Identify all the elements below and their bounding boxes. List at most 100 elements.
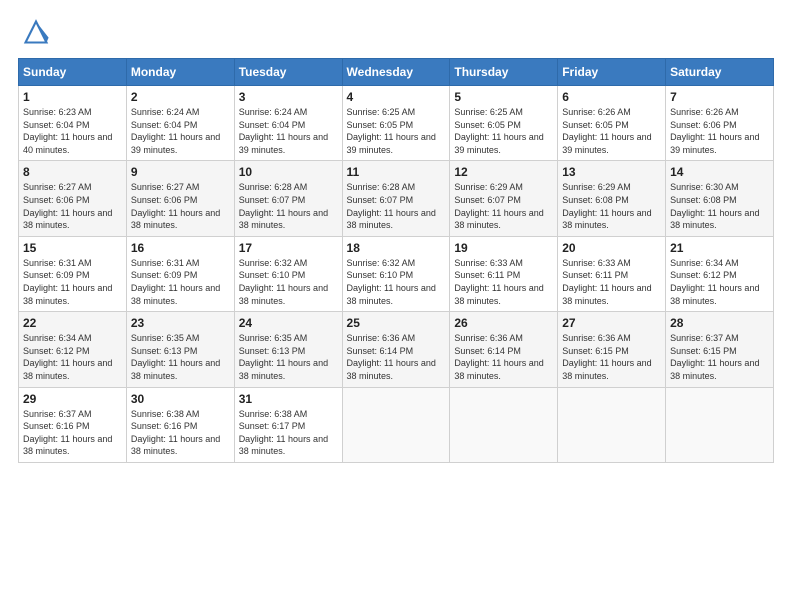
day-number: 18 [347, 241, 446, 255]
calendar-cell: 19 Sunrise: 6:33 AMSunset: 6:11 PMDaylig… [450, 236, 558, 311]
day-info: Sunrise: 6:29 AMSunset: 6:08 PMDaylight:… [562, 181, 661, 231]
calendar-cell: 5 Sunrise: 6:25 AMSunset: 6:05 PMDayligh… [450, 86, 558, 161]
header [18, 18, 774, 46]
day-info: Sunrise: 6:32 AMSunset: 6:10 PMDaylight:… [239, 257, 338, 307]
day-number: 20 [562, 241, 661, 255]
calendar-cell: 25 Sunrise: 6:36 AMSunset: 6:14 PMDaylig… [342, 312, 450, 387]
day-info: Sunrise: 6:33 AMSunset: 6:11 PMDaylight:… [562, 257, 661, 307]
day-number: 21 [670, 241, 769, 255]
calendar-cell: 6 Sunrise: 6:26 AMSunset: 6:05 PMDayligh… [558, 86, 666, 161]
header-wednesday: Wednesday [342, 59, 450, 86]
day-number: 4 [347, 90, 446, 104]
day-number: 6 [562, 90, 661, 104]
calendar-week-5: 29 Sunrise: 6:37 AMSunset: 6:16 PMDaylig… [19, 387, 774, 462]
day-number: 8 [23, 165, 122, 179]
day-number: 19 [454, 241, 553, 255]
day-info: Sunrise: 6:30 AMSunset: 6:08 PMDaylight:… [670, 181, 769, 231]
calendar-cell: 24 Sunrise: 6:35 AMSunset: 6:13 PMDaylig… [234, 312, 342, 387]
calendar-cell: 2 Sunrise: 6:24 AMSunset: 6:04 PMDayligh… [126, 86, 234, 161]
day-info: Sunrise: 6:29 AMSunset: 6:07 PMDaylight:… [454, 181, 553, 231]
calendar-cell: 22 Sunrise: 6:34 AMSunset: 6:12 PMDaylig… [19, 312, 127, 387]
calendar-cell: 3 Sunrise: 6:24 AMSunset: 6:04 PMDayligh… [234, 86, 342, 161]
calendar-week-4: 22 Sunrise: 6:34 AMSunset: 6:12 PMDaylig… [19, 312, 774, 387]
day-info: Sunrise: 6:23 AMSunset: 6:04 PMDaylight:… [23, 106, 122, 156]
day-number: 31 [239, 392, 338, 406]
calendar-cell: 15 Sunrise: 6:31 AMSunset: 6:09 PMDaylig… [19, 236, 127, 311]
logo-icon [22, 18, 50, 46]
calendar-cell: 21 Sunrise: 6:34 AMSunset: 6:12 PMDaylig… [666, 236, 774, 311]
day-number: 5 [454, 90, 553, 104]
calendar-cell: 28 Sunrise: 6:37 AMSunset: 6:15 PMDaylig… [666, 312, 774, 387]
calendar-cell: 13 Sunrise: 6:29 AMSunset: 6:08 PMDaylig… [558, 161, 666, 236]
day-number: 1 [23, 90, 122, 104]
day-number: 10 [239, 165, 338, 179]
calendar-cell: 26 Sunrise: 6:36 AMSunset: 6:14 PMDaylig… [450, 312, 558, 387]
calendar-cell [558, 387, 666, 462]
calendar-cell: 4 Sunrise: 6:25 AMSunset: 6:05 PMDayligh… [342, 86, 450, 161]
header-thursday: Thursday [450, 59, 558, 86]
day-number: 24 [239, 316, 338, 330]
day-info: Sunrise: 6:28 AMSunset: 6:07 PMDaylight:… [347, 181, 446, 231]
calendar-cell: 1 Sunrise: 6:23 AMSunset: 6:04 PMDayligh… [19, 86, 127, 161]
day-number: 13 [562, 165, 661, 179]
day-info: Sunrise: 6:32 AMSunset: 6:10 PMDaylight:… [347, 257, 446, 307]
calendar-cell: 7 Sunrise: 6:26 AMSunset: 6:06 PMDayligh… [666, 86, 774, 161]
day-info: Sunrise: 6:26 AMSunset: 6:05 PMDaylight:… [562, 106, 661, 156]
calendar-cell [666, 387, 774, 462]
day-info: Sunrise: 6:34 AMSunset: 6:12 PMDaylight:… [23, 332, 122, 382]
header-friday: Friday [558, 59, 666, 86]
calendar-cell: 9 Sunrise: 6:27 AMSunset: 6:06 PMDayligh… [126, 161, 234, 236]
day-info: Sunrise: 6:27 AMSunset: 6:06 PMDaylight:… [23, 181, 122, 231]
calendar-cell: 29 Sunrise: 6:37 AMSunset: 6:16 PMDaylig… [19, 387, 127, 462]
day-info: Sunrise: 6:37 AMSunset: 6:16 PMDaylight:… [23, 408, 122, 458]
header-monday: Monday [126, 59, 234, 86]
day-info: Sunrise: 6:34 AMSunset: 6:12 PMDaylight:… [670, 257, 769, 307]
day-info: Sunrise: 6:35 AMSunset: 6:13 PMDaylight:… [131, 332, 230, 382]
day-number: 15 [23, 241, 122, 255]
calendar-header-row: SundayMondayTuesdayWednesdayThursdayFrid… [19, 59, 774, 86]
day-number: 16 [131, 241, 230, 255]
day-number: 17 [239, 241, 338, 255]
day-number: 29 [23, 392, 122, 406]
day-info: Sunrise: 6:25 AMSunset: 6:05 PMDaylight:… [454, 106, 553, 156]
day-number: 25 [347, 316, 446, 330]
day-info: Sunrise: 6:35 AMSunset: 6:13 PMDaylight:… [239, 332, 338, 382]
day-number: 26 [454, 316, 553, 330]
day-number: 7 [670, 90, 769, 104]
day-info: Sunrise: 6:31 AMSunset: 6:09 PMDaylight:… [23, 257, 122, 307]
day-info: Sunrise: 6:31 AMSunset: 6:09 PMDaylight:… [131, 257, 230, 307]
calendar-week-1: 1 Sunrise: 6:23 AMSunset: 6:04 PMDayligh… [19, 86, 774, 161]
calendar-cell: 17 Sunrise: 6:32 AMSunset: 6:10 PMDaylig… [234, 236, 342, 311]
day-number: 2 [131, 90, 230, 104]
calendar-cell: 23 Sunrise: 6:35 AMSunset: 6:13 PMDaylig… [126, 312, 234, 387]
day-number: 12 [454, 165, 553, 179]
day-number: 14 [670, 165, 769, 179]
calendar-cell [450, 387, 558, 462]
day-number: 22 [23, 316, 122, 330]
page: SundayMondayTuesdayWednesdayThursdayFrid… [0, 0, 792, 612]
day-info: Sunrise: 6:28 AMSunset: 6:07 PMDaylight:… [239, 181, 338, 231]
calendar-cell: 12 Sunrise: 6:29 AMSunset: 6:07 PMDaylig… [450, 161, 558, 236]
day-number: 9 [131, 165, 230, 179]
calendar-cell: 11 Sunrise: 6:28 AMSunset: 6:07 PMDaylig… [342, 161, 450, 236]
day-info: Sunrise: 6:38 AMSunset: 6:17 PMDaylight:… [239, 408, 338, 458]
day-info: Sunrise: 6:36 AMSunset: 6:15 PMDaylight:… [562, 332, 661, 382]
logo [18, 18, 50, 46]
header-tuesday: Tuesday [234, 59, 342, 86]
day-info: Sunrise: 6:36 AMSunset: 6:14 PMDaylight:… [347, 332, 446, 382]
calendar-cell: 20 Sunrise: 6:33 AMSunset: 6:11 PMDaylig… [558, 236, 666, 311]
day-info: Sunrise: 6:27 AMSunset: 6:06 PMDaylight:… [131, 181, 230, 231]
header-saturday: Saturday [666, 59, 774, 86]
day-number: 3 [239, 90, 338, 104]
day-number: 30 [131, 392, 230, 406]
day-info: Sunrise: 6:37 AMSunset: 6:15 PMDaylight:… [670, 332, 769, 382]
calendar: SundayMondayTuesdayWednesdayThursdayFrid… [18, 58, 774, 463]
calendar-cell: 31 Sunrise: 6:38 AMSunset: 6:17 PMDaylig… [234, 387, 342, 462]
day-info: Sunrise: 6:38 AMSunset: 6:16 PMDaylight:… [131, 408, 230, 458]
calendar-cell: 14 Sunrise: 6:30 AMSunset: 6:08 PMDaylig… [666, 161, 774, 236]
header-sunday: Sunday [19, 59, 127, 86]
day-number: 23 [131, 316, 230, 330]
calendar-week-3: 15 Sunrise: 6:31 AMSunset: 6:09 PMDaylig… [19, 236, 774, 311]
calendar-cell: 27 Sunrise: 6:36 AMSunset: 6:15 PMDaylig… [558, 312, 666, 387]
calendar-cell: 16 Sunrise: 6:31 AMSunset: 6:09 PMDaylig… [126, 236, 234, 311]
